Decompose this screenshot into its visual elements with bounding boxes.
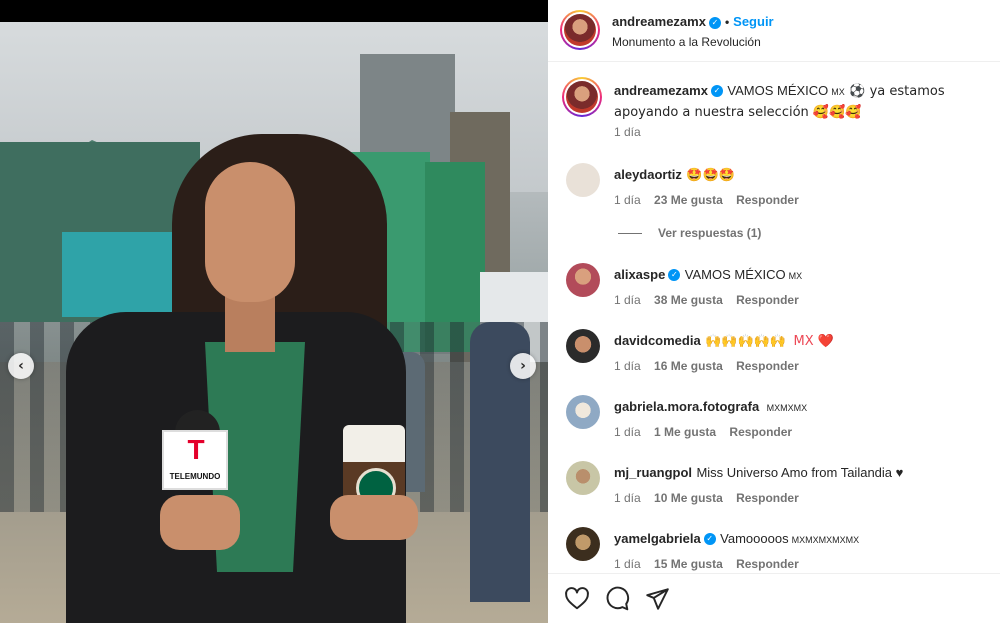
view-replies-button[interactable]: Ver respuestas (1) [618,226,761,240]
verified-badge-icon: ✓ [668,268,681,281]
comment-username[interactable]: mj_ruangpol [614,465,692,480]
commenter-avatar[interactable] [566,461,600,495]
verified-badge-icon: ✓ [708,16,721,29]
comment-username[interactable]: aleydaortiz [614,167,682,182]
caption-username[interactable]: andreamezamx [614,83,708,98]
comment-text-line: mj_ruangpol Miss Universo Amo from Taila… [614,463,1000,482]
comment-row: mj_ruangpol Miss Universo Amo from Taila… [548,457,1000,517]
comment-text-line: alixaspe ✓ VAMOS MÉXICO MX [614,265,1000,286]
post-header: andreamezamx ✓ • Seguir Monumento a la Revo… [548,0,1000,62]
author-avatar[interactable] [560,10,600,50]
comments-scroll[interactable]: andreamezamx ✓ VAMOS MÉXICO MX ⚽ ya estamo… [548,63,1000,573]
comment-time[interactable]: 1 día [614,557,641,571]
next-photo-button[interactable]: › [510,353,536,379]
commenter-avatar[interactable] [566,395,600,429]
comment-username[interactable]: alixaspe [614,267,665,282]
comment-row: aleydaortiz 🤩🤩🤩 1 día 23 Me gusta Respon… [548,159,1000,219]
mexico-flags-icon: MXMXMXMXMX [791,535,860,545]
comment-likes[interactable]: 15 Me gusta [654,557,723,571]
mexico-flags-icon: MXMXMX [766,403,808,413]
comment-username[interactable]: yamelgabriela [614,531,701,546]
post-caption: andreamezamx ✓ VAMOS MÉXICO MX ⚽ ya estamo… [548,75,1000,145]
caption-author-avatar[interactable] [562,77,602,117]
separator-dot: • [724,15,730,29]
comment-time[interactable]: 1 día [614,359,641,373]
commenter-avatar[interactable] [566,527,600,561]
comment-time[interactable]: 1 día [614,425,641,439]
comment-meta: 1 día 1 Me gusta Responder [614,425,802,439]
comment-meta: 1 día 23 Me gusta Responder [614,193,809,207]
comment-text-line: davidcomedia 🙌🙌🙌🙌🙌 MX ❤️ [614,331,1000,351]
post-media: T TELEMUNDO ‹ › [0,0,548,623]
reply-button[interactable]: Responder [736,491,799,505]
comment-username[interactable]: gabriela.mora.fotografa [614,399,759,414]
comment-text-line: aleydaortiz 🤩🤩🤩 [614,165,1000,185]
photo-screen [62,232,177,317]
comment-meta: 1 día 38 Me gusta Responder [614,293,809,307]
comment-row: alixaspe ✓ VAMOS MÉXICO MX 1 día 38 Me gus… [548,259,1000,319]
photo-hand [330,495,418,540]
comment-text: VAMOS MÉXICO [684,267,786,282]
comment-time[interactable]: 1 día [614,293,641,307]
reply-button[interactable]: Responder [736,359,799,373]
comment-text: Miss Universo Amo from Tailandia ♥ [696,465,904,480]
post-location[interactable]: Monumento a la Revolución [612,35,761,49]
mexico-flag-icon: MX [831,87,845,97]
caption-text-line: andreamezamx ✓ VAMOS MÉXICO MX ⚽ ya estamo… [614,81,994,122]
author-username[interactable]: andreamezamx [612,14,706,29]
verified-badge-icon: ✓ [710,84,723,97]
comment-meta: 1 día 15 Me gusta Responder [614,557,809,571]
mexico-flag-icon: MX [788,271,803,281]
follow-button[interactable]: Seguir [733,14,773,29]
commenter-avatar[interactable] [566,163,600,197]
comment-likes[interactable]: 38 Me gusta [654,293,723,307]
comment-text-line: yamelgabriela ✓ Vamooooos MXMXMXMXMX [614,529,1000,550]
telemundo-logo-text: TELEMUNDO [169,472,221,481]
comment-text: 🙌🙌🙌🙌🙌 [705,334,787,349]
commenter-avatar[interactable] [566,329,600,363]
flag-and-heart-icon: MX ❤️ [793,334,834,349]
comment-likes[interactable]: 10 Me gusta [654,491,723,505]
previous-photo-button[interactable]: ‹ [8,353,34,379]
telemundo-logo-letter: T [187,434,205,465]
reply-button[interactable]: Responder [729,425,792,439]
comment-username[interactable]: davidcomedia [614,333,701,348]
comment-text: 🤩🤩🤩 [686,168,735,183]
comment-row: gabriela.mora.fotografa MXMXMX 1 día 1 M… [548,391,1000,451]
comment-time[interactable]: 1 día [614,193,641,207]
comment-row: yamelgabriela ✓ Vamooooos MXMXMXMXMX 1 día… [548,523,1000,573]
share-icon[interactable] [644,586,670,612]
comment-likes[interactable]: 1 Me gusta [654,425,716,439]
post-details-panel: andreamezamx ✓ • Seguir Monumento a la Revo… [548,0,1000,623]
caption-time[interactable]: 1 día [614,125,641,139]
post-photo [0,22,548,623]
comment-likes[interactable]: 23 Me gusta [654,193,723,207]
post-actions-bar [548,573,1000,623]
reply-button[interactable]: Responder [736,557,799,571]
commenter-avatar[interactable] [566,263,600,297]
comment-meta: 1 día 10 Me gusta Responder [614,491,809,505]
comment-likes[interactable]: 16 Me gusta [654,359,723,373]
author-line: andreamezamx ✓ • Seguir [612,14,774,29]
comment-time[interactable]: 1 día [614,491,641,505]
comment-text-line: gabriela.mora.fotografa MXMXMX [614,397,1000,418]
caption-text: VAMOS MÉXICO [727,83,829,98]
comment-text: Vamooooos [720,531,789,546]
reply-button[interactable]: Responder [736,293,799,307]
heart-icon[interactable] [564,586,590,612]
view-replies-label: Ver respuestas (1) [658,226,762,240]
photo-hand [160,495,240,550]
comment-row: davidcomedia 🙌🙌🙌🙌🙌 MX ❤️ 1 día 16 Me gus… [548,325,1000,385]
photo-woman-face [205,162,295,302]
verified-badge-icon: ✓ [703,532,716,545]
reply-button[interactable]: Responder [736,193,799,207]
comment-icon[interactable] [604,586,630,612]
caption-meta: 1 día [614,125,651,139]
replies-divider [618,233,642,235]
comment-meta: 1 día 16 Me gusta Responder [614,359,809,373]
